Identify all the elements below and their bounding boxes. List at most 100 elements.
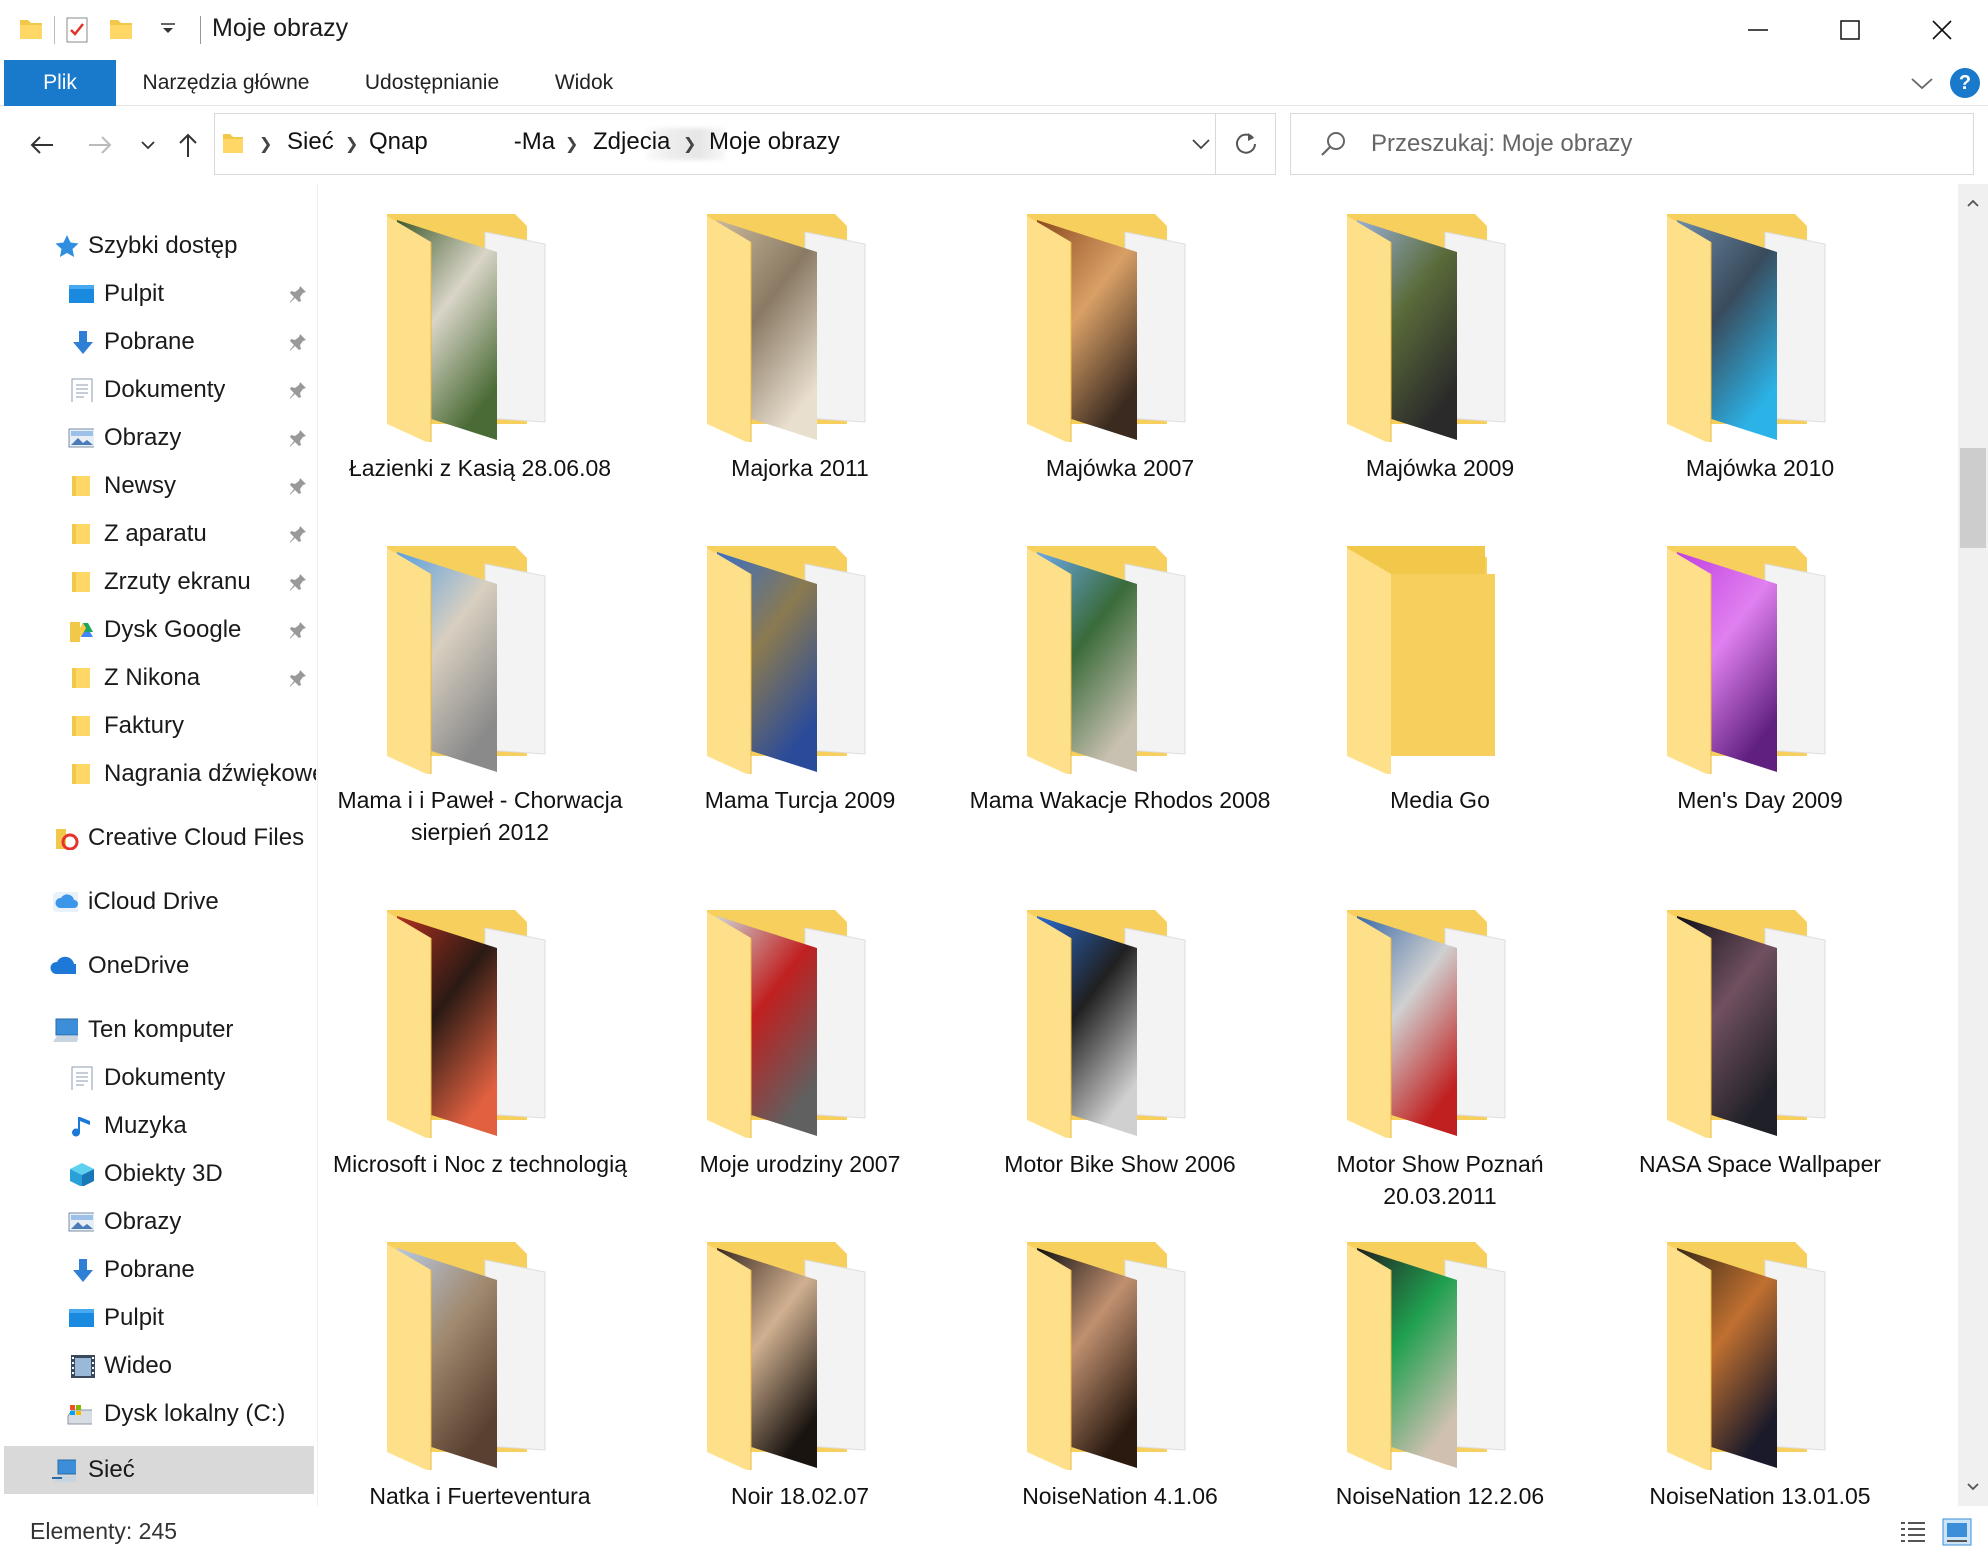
- pin-icon[interactable]: [288, 428, 308, 448]
- up-button[interactable]: [170, 127, 206, 163]
- new-folder-icon[interactable]: [108, 16, 134, 42]
- breadcrumb-separator[interactable]: ❯: [345, 134, 358, 154]
- folder-label: Majorka 2011: [731, 455, 869, 481]
- folder-tile[interactable]: Motor Show Poznań 20.03.2011: [1280, 908, 1600, 1228]
- sidebar-item-creative-cloud[interactable]: Creative Cloud Files: [0, 814, 318, 862]
- folder-icon: [1667, 1242, 1826, 1470]
- folder-tile[interactable]: Microsoft i Noc z technologią: [320, 908, 640, 1228]
- forward-button[interactable]: [82, 127, 118, 163]
- pin-icon[interactable]: [288, 620, 308, 640]
- folder-tile[interactable]: Men's Day 2009: [1600, 544, 1920, 864]
- help-button[interactable]: ?: [1950, 68, 1980, 98]
- folder-tile[interactable]: Majówka 2009: [1280, 212, 1600, 532]
- folder-icon: [387, 910, 546, 1138]
- sidebar-item-local-disk[interactable]: Dysk lokalny (C:): [0, 1390, 318, 1438]
- folder-tile[interactable]: NASA Space Wallpaper: [1600, 908, 1920, 1228]
- sidebar-item-z-nikona[interactable]: Z Nikona: [0, 654, 318, 702]
- sidebar-item-this-pc[interactable]: Ten komputer: [0, 1006, 318, 1054]
- breadcrumb-separator[interactable]: ❯: [259, 134, 272, 154]
- folder-tile[interactable]: Motor Bike Show 2006: [960, 908, 1280, 1228]
- sidebar-item-obrazy[interactable]: Obrazy: [0, 414, 318, 462]
- breadcrumb-item-zdjecia[interactable]: Zdjecia: [593, 128, 670, 156]
- sidebar-item-nagrania[interactable]: Nagrania dźwiękowe: [0, 750, 318, 798]
- sidebar-item-quick-access[interactable]: Szybki dostęp: [0, 222, 318, 270]
- breadcrumb-separator[interactable]: ❯: [683, 134, 696, 154]
- folder-label: NASA Space Wallpaper: [1638, 1151, 1882, 1177]
- folder-icon: [1667, 214, 1826, 442]
- folder-tile[interactable]: NoiseNation 13.01.05: [1600, 1240, 1920, 1506]
- pin-icon[interactable]: [288, 572, 308, 592]
- sidebar-item-newsy[interactable]: Newsy: [0, 462, 318, 510]
- folder-tile[interactable]: Łazienki z Kasią 28.06.08: [320, 212, 640, 532]
- sidebar-item-label: Dysk Google: [104, 616, 242, 643]
- close-button[interactable]: [1896, 0, 1988, 60]
- large-icons-view-icon[interactable]: [1942, 1518, 1972, 1546]
- sidebar-item-network[interactable]: Sieć: [4, 1446, 314, 1494]
- folder-tile[interactable]: Natka i Fuerteventura: [320, 1240, 640, 1506]
- sidebar-item-onedrive[interactable]: OneDrive: [0, 942, 318, 990]
- folder-tile[interactable]: NoiseNation 4.1.06: [960, 1240, 1280, 1506]
- pin-icon[interactable]: [288, 284, 308, 304]
- server-name-suffix: -Ma: [513, 128, 556, 155]
- sidebar-item-dokumenty[interactable]: Dokumenty: [0, 366, 318, 414]
- back-button[interactable]: [24, 127, 60, 163]
- folder-tile[interactable]: Noir 18.02.07: [640, 1240, 960, 1506]
- folder-icon: [1667, 546, 1826, 774]
- refresh-button[interactable]: [1216, 113, 1276, 175]
- sidebar-item-z-aparatu[interactable]: Z aparatu: [0, 510, 318, 558]
- google-drive-icon: [70, 622, 93, 642]
- vertical-scrollbar[interactable]: [1958, 184, 1988, 1506]
- breadcrumb-item-server[interactable]: Qnap -Ma: [369, 128, 555, 156]
- customize-toolbar-icon[interactable]: [160, 22, 176, 36]
- folder-tile[interactable]: Mama i i Paweł - Chorwacja sierpień 2012: [320, 544, 640, 864]
- sidebar-item-pobrane[interactable]: Pobrane: [0, 318, 318, 366]
- folder-icon: [1347, 910, 1506, 1138]
- properties-icon[interactable]: [64, 16, 90, 44]
- tab-file[interactable]: Plik: [4, 60, 116, 106]
- folder-icon[interactable]: [18, 16, 44, 42]
- minimize-button[interactable]: [1712, 0, 1804, 60]
- pin-icon[interactable]: [288, 668, 308, 688]
- folder-tile[interactable]: Media Go: [1280, 544, 1600, 864]
- sidebar-item-icloud[interactable]: iCloud Drive: [0, 878, 318, 926]
- sidebar-item-pc-pobrane[interactable]: Pobrane: [0, 1246, 318, 1294]
- sidebar-item-wideo[interactable]: Wideo: [0, 1342, 318, 1390]
- tab-home[interactable]: Narzędzia główne: [124, 60, 328, 106]
- sidebar-item-dysk-google[interactable]: Dysk Google: [0, 606, 318, 654]
- folder-tile[interactable]: Majówka 2007: [960, 212, 1280, 532]
- folder-tile[interactable]: Majówka 2010: [1600, 212, 1920, 532]
- sidebar-item-pc-pulpit[interactable]: Pulpit: [0, 1294, 318, 1342]
- sidebar-item-obiekty-3d[interactable]: Obiekty 3D: [0, 1150, 318, 1198]
- breadcrumb-item-current[interactable]: Moje obrazy: [709, 128, 840, 156]
- sidebar-item-pc-obrazy[interactable]: Obrazy: [0, 1198, 318, 1246]
- details-view-icon[interactable]: [1898, 1518, 1928, 1546]
- sidebar-item-zrzuty-ekranu[interactable]: Zrzuty ekranu: [0, 558, 318, 606]
- pin-icon[interactable]: [288, 476, 308, 496]
- breadcrumb-item-network[interactable]: Sieć: [287, 128, 334, 156]
- search-box[interactable]: [1290, 113, 1974, 175]
- folder-tile[interactable]: Mama Wakacje Rhodos 2008: [960, 544, 1280, 864]
- recent-locations-button[interactable]: [130, 127, 166, 163]
- sidebar-item-pc-dokumenty[interactable]: Dokumenty: [0, 1054, 318, 1102]
- folder-tile[interactable]: Moje urodziny 2007: [640, 908, 960, 1228]
- breadcrumb-separator[interactable]: ❯: [565, 134, 578, 154]
- folder-icon: [707, 1242, 866, 1470]
- folder-tile[interactable]: Majorka 2011: [640, 212, 960, 532]
- scroll-down-button[interactable]: [1958, 1472, 1988, 1502]
- maximize-button[interactable]: [1804, 0, 1896, 60]
- tab-view[interactable]: Widok: [536, 60, 632, 106]
- sidebar-item-faktury[interactable]: Faktury: [0, 702, 318, 750]
- sidebar-item-pulpit[interactable]: Pulpit: [0, 270, 318, 318]
- address-bar[interactable]: ❯ Sieć ❯ Qnap -Ma ❯ Zdjecia ❯ Moje obrazy: [214, 113, 1216, 175]
- folder-tile[interactable]: NoiseNation 12.2.06: [1280, 1240, 1600, 1506]
- sidebar-item-muzyka[interactable]: Muzyka: [0, 1102, 318, 1150]
- search-input[interactable]: [1371, 124, 1951, 164]
- expand-ribbon-chevron-icon[interactable]: [1908, 70, 1936, 98]
- scroll-up-button[interactable]: [1958, 188, 1988, 218]
- pin-icon[interactable]: [288, 332, 308, 352]
- pin-icon[interactable]: [288, 524, 308, 544]
- folder-tile[interactable]: Mama Turcja 2009: [640, 544, 960, 864]
- scroll-thumb[interactable]: [1960, 448, 1986, 548]
- tab-share[interactable]: Udostępnianie: [346, 60, 518, 106]
- pin-icon[interactable]: [288, 380, 308, 400]
